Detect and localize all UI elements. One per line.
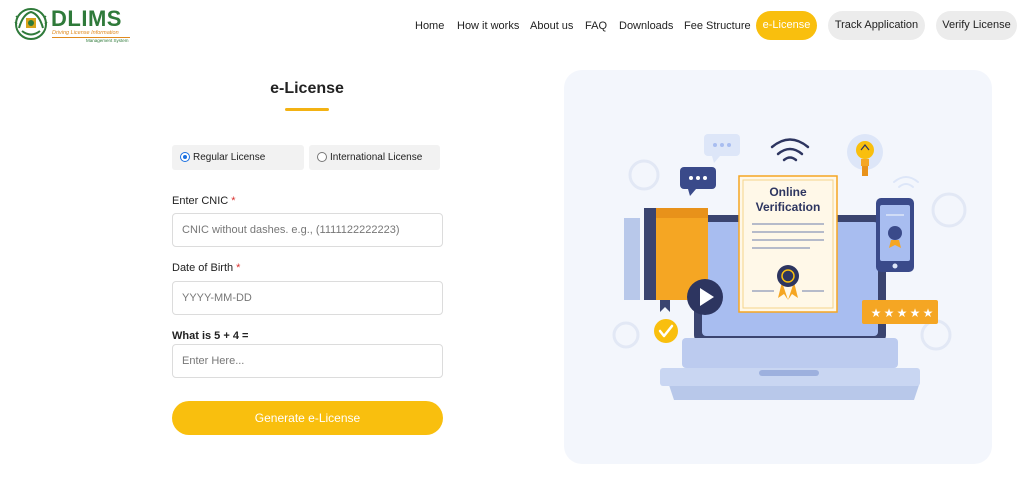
captcha-input[interactable] — [172, 344, 443, 378]
international-license-label: International License — [330, 152, 423, 163]
captcha-label: What is 5 + 4 = — [172, 330, 249, 342]
nav-about-us[interactable]: About us — [530, 19, 573, 33]
nav-track-application-button[interactable]: Track Application — [828, 11, 925, 40]
check-icon — [654, 319, 678, 343]
svg-text:★: ★ — [884, 306, 895, 320]
nav-e-license-button[interactable]: e-License — [756, 11, 817, 40]
cnic-label: Enter CNIC * — [172, 195, 236, 207]
svg-text:★: ★ — [923, 306, 934, 320]
generate-e-license-button[interactable]: Generate e-License — [172, 401, 443, 435]
international-license-radio[interactable]: International License — [309, 145, 440, 170]
required-mark: * — [231, 195, 236, 207]
dob-label: Date of Birth * — [172, 262, 240, 274]
dob-label-text: Date of Birth — [172, 262, 234, 274]
site-header: DLIMS Driving License Information Manage… — [0, 0, 1024, 52]
svg-text:★: ★ — [897, 306, 908, 320]
page-title: e-License — [270, 80, 344, 97]
radio-unchecked-icon[interactable] — [317, 152, 327, 162]
nav-how-it-works[interactable]: How it works — [457, 19, 519, 33]
cnic-input[interactable] — [172, 213, 443, 247]
title-underline — [285, 108, 329, 111]
nav-verify-license-button[interactable]: Verify License — [936, 11, 1017, 40]
online-verification-illustration: Online Verification ★ ★ ★ ★ ★ — [564, 70, 992, 464]
required-mark: * — [236, 262, 241, 274]
main-nav: Home How it works About us FAQ Downloads… — [0, 11, 1024, 41]
wifi-icon — [770, 138, 810, 162]
nav-fee-structure[interactable]: Fee Structure — [684, 19, 751, 33]
certificate-title-line2: Verification — [756, 200, 821, 214]
laptop-base — [669, 385, 919, 400]
certificate-title-line1: Online — [769, 185, 807, 199]
dob-input[interactable] — [172, 281, 443, 315]
nav-faq[interactable]: FAQ — [585, 19, 607, 33]
illustration-graphic: Online Verification ★ ★ ★ ★ ★ — [612, 134, 967, 400]
svg-text:★: ★ — [871, 306, 882, 320]
regular-license-label: Regular License — [193, 152, 266, 163]
cnic-label-text: Enter CNIC — [172, 195, 229, 207]
nav-downloads[interactable]: Downloads — [619, 19, 673, 33]
radio-checked-icon[interactable] — [180, 152, 190, 162]
nav-home[interactable]: Home — [415, 19, 444, 33]
regular-license-radio[interactable]: Regular License — [172, 145, 304, 170]
svg-text:★: ★ — [910, 306, 921, 320]
